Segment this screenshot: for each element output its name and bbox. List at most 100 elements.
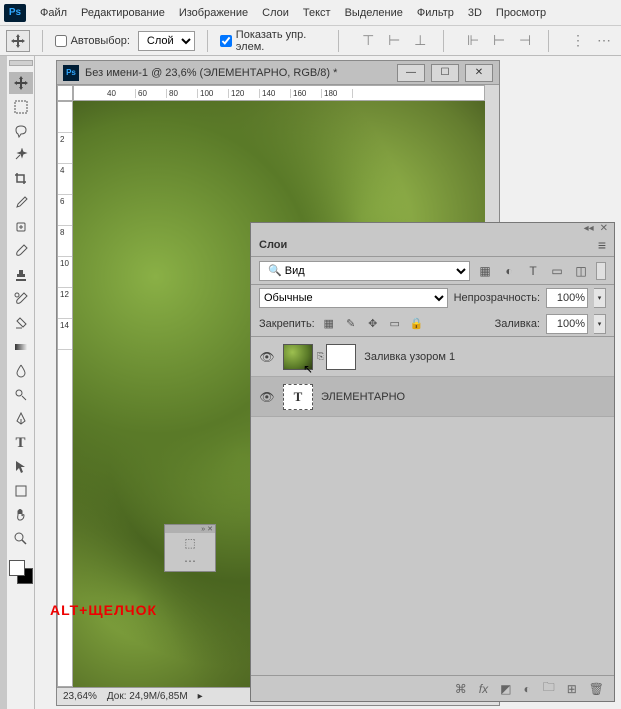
color-swatches[interactable] [9,560,33,584]
horizontal-ruler[interactable]: 406080100120140160180 [73,85,485,101]
layer-thumbnail[interactable]: T [283,384,313,410]
move-tool[interactable] [9,72,33,94]
layer-thumbnail[interactable] [283,344,313,370]
visibility-toggle[interactable]: 👁 [259,349,275,365]
lock-artboard-icon[interactable]: ▭ [387,316,403,332]
mini-more-icon[interactable]: ⋯ [184,554,196,568]
filter-adjust-icon[interactable]: ◐ [500,262,518,280]
menu-view[interactable]: Просмотр [496,7,546,19]
align-left-icon[interactable]: ⊩ [462,31,484,51]
foreground-swatch[interactable] [9,560,25,576]
align-right-icon[interactable]: ⊣ [514,31,536,51]
layer-row[interactable]: 👁 T ЭЛЕМЕНТАРНО [251,377,614,417]
collapsed-panel[interactable]: » ✕ ⬚ ⋯ [164,524,216,572]
history-brush-tool[interactable] [9,288,33,310]
hand-tool[interactable] [9,504,33,526]
document-titlebar[interactable]: Ps Без имени-1 @ 23,6% (ЭЛЕМЕНТАРНО, RGB… [57,61,499,85]
fill-dropdown-icon[interactable]: ▾ [594,314,606,334]
filter-shape-icon[interactable]: ▭ [548,262,566,280]
type-tool[interactable]: T [9,432,33,454]
menu-edit[interactable]: Редактирование [81,7,165,19]
autoselect-checkbox[interactable] [55,35,67,47]
path-select-tool[interactable] [9,456,33,478]
stamp-tool[interactable] [9,264,33,286]
lock-all-icon[interactable]: 🔒 [409,316,425,332]
delete-layer-icon[interactable]: 🗑 [589,682,604,696]
align-top-icon[interactable]: ⊤ [357,31,379,51]
vertical-ruler[interactable]: 2468101214 [57,101,73,687]
panel-handle[interactable]: ◂◂ ✕ [251,223,614,233]
close-button[interactable]: ✕ [465,64,493,82]
align-bottom-icon[interactable]: ⊥ [409,31,431,51]
menu-select[interactable]: Выделение [345,7,403,19]
mini-collapse-icon[interactable]: » [201,526,205,533]
minimize-button[interactable]: — [397,64,425,82]
distribute-icon-2[interactable]: ⋯ [593,31,615,51]
filter-pixel-icon[interactable]: ▦ [476,262,494,280]
align-hcenter-icon[interactable]: ⊢ [488,31,510,51]
toolbox-handle[interactable] [9,60,33,66]
lock-transparency-icon[interactable]: ▦ [321,316,337,332]
eyedropper-tool[interactable] [9,192,33,214]
healing-tool[interactable] [9,216,33,238]
brush-tool[interactable] [9,240,33,262]
adjustment-layer-icon[interactable]: ◐ [523,682,530,696]
layers-tab[interactable]: Слои [259,239,287,251]
panel-close-icon[interactable]: ✕ [600,223,608,234]
link-indicator-icon[interactable]: ⎘ [317,351,324,362]
doc-size-readout[interactable]: Док: 24,9M/6,85M [107,691,188,702]
autoselect-target-dropdown[interactable]: Слой [138,31,195,51]
statusbar-dropdown-icon[interactable]: ▸ [198,691,203,702]
opacity-input[interactable]: 100% [546,288,588,308]
eraser-tool[interactable] [9,312,33,334]
autoselect-checkbox-wrap[interactable]: Автовыбор: [55,35,130,47]
menu-filter[interactable]: Фильтр [417,7,454,19]
layer-row[interactable]: 👁 ⎘ ↖ Заливка узором 1 [251,337,614,377]
visibility-toggle[interactable]: 👁 [259,389,275,405]
panel-menu-icon[interactable]: ≡ [598,237,606,253]
opacity-dropdown-icon[interactable]: ▾ [594,288,606,308]
pen-tool[interactable] [9,408,33,430]
current-tool-indicator[interactable] [6,30,30,52]
menu-3d[interactable]: 3D [468,7,482,19]
mini-close-icon[interactable]: ✕ [207,525,213,533]
distribute-icon[interactable]: ⋮ [567,31,589,51]
lock-pixels-icon[interactable]: ✎ [343,316,359,332]
filter-kind-dropdown[interactable]: 🔍 Вид [259,261,470,281]
marquee-tool[interactable] [9,96,33,118]
layer-name[interactable]: Заливка узором 1 [364,351,455,363]
layer-style-icon[interactable]: fx [479,682,488,696]
filter-toggle-switch[interactable] [596,262,606,280]
mini-3d-icon[interactable]: ⬚ [184,536,195,550]
new-group-icon[interactable]: 🗀 [543,678,555,699]
crop-tool[interactable] [9,168,33,190]
lock-position-icon[interactable]: ✥ [365,316,381,332]
menu-image[interactable]: Изображение [179,7,248,19]
maximize-button[interactable]: ☐ [431,64,459,82]
lasso-tool[interactable] [9,120,33,142]
add-mask-icon[interactable]: ◩ [500,682,511,696]
side-handle[interactable] [0,56,7,709]
shape-tool[interactable] [9,480,33,502]
ruler-corner[interactable] [57,85,73,101]
zoom-tool[interactable] [9,528,33,550]
new-layer-icon[interactable]: ⊞ [567,682,577,696]
fill-input[interactable]: 100% [546,314,588,334]
blur-tool[interactable] [9,360,33,382]
menu-layers[interactable]: Слои [262,7,289,19]
dodge-tool[interactable] [9,384,33,406]
link-layers-icon[interactable]: ⌘ [455,682,467,696]
panel-collapse-icon[interactable]: ◂◂ [584,223,594,234]
magic-wand-tool[interactable] [9,144,33,166]
menu-file[interactable]: Файл [40,7,67,19]
align-vcenter-icon[interactable]: ⊢ [383,31,405,51]
zoom-readout[interactable]: 23,64% [63,691,97,702]
filter-type-icon[interactable]: T [524,262,542,280]
filter-smart-icon[interactable]: ◫ [572,262,590,280]
layer-mask-thumbnail[interactable] [326,344,356,370]
layer-name[interactable]: ЭЛЕМЕНТАРНО [321,391,405,403]
gradient-tool[interactable] [9,336,33,358]
show-controls-checkbox[interactable] [220,35,232,47]
menu-text[interactable]: Текст [303,7,331,19]
blend-mode-dropdown[interactable]: Обычные [259,288,448,308]
